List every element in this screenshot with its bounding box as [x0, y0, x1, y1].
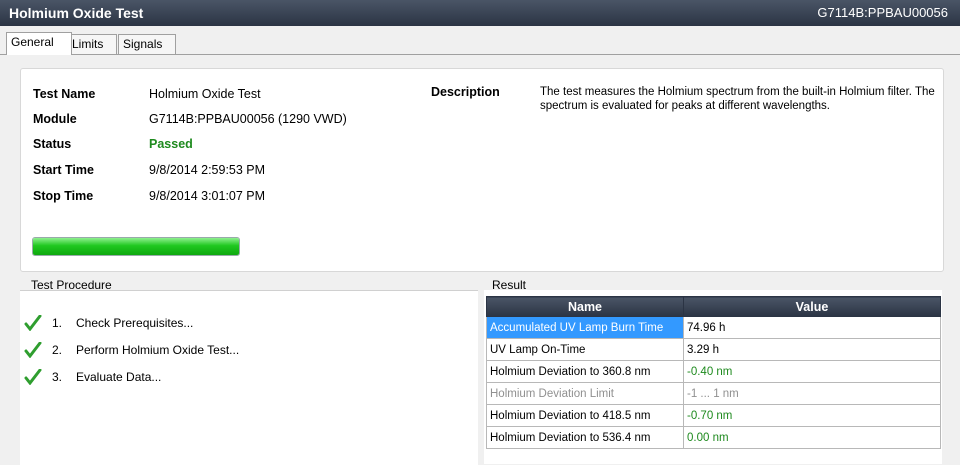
module-value: G7114B:PPBAU00056 (1290 VWD)	[149, 112, 347, 126]
result-value: 3.29 h	[683, 338, 941, 361]
result-name: UV Lamp On-Time	[486, 338, 684, 361]
result-name: Holmium Deviation to 418.5 nm	[486, 404, 684, 427]
result-value: -0.40 nm	[683, 360, 941, 383]
general-info-panel: Test Name Holmium Oxide Test Module G711…	[20, 68, 944, 272]
table-row[interactable]: Holmium Deviation to 360.8 nm -0.40 nm	[486, 360, 941, 383]
table-row[interactable]: Accumulated UV Lamp Burn Time 74.96 h	[486, 316, 941, 339]
module-label: Module	[33, 112, 77, 126]
result-value: 0.00 nm	[683, 426, 941, 449]
step-number: 3.	[52, 370, 63, 384]
stop-time-value: 9/8/2014 3:01:07 PM	[149, 189, 266, 203]
status-value: Passed	[149, 137, 193, 151]
tab-strip: General Limits Signals	[0, 32, 960, 55]
table-row[interactable]: Holmium Deviation to 536.4 nm 0.00 nm	[486, 426, 941, 449]
instrument-id: G7114B:PPBAU00056	[817, 5, 948, 20]
description-label: Description	[431, 85, 500, 99]
table-row[interactable]: Holmium Deviation to 418.5 nm -0.70 nm	[486, 404, 941, 427]
result-name: Holmium Deviation to 360.8 nm	[486, 360, 684, 383]
step-label: Perform Holmium Oxide Test...	[76, 343, 240, 357]
tab-general[interactable]: General	[6, 32, 72, 55]
result-value: 74.96 h	[683, 316, 941, 339]
tab-signals[interactable]: Signals	[118, 34, 176, 54]
result-table: Name Value Accumulated UV Lamp Burn Time…	[486, 296, 941, 449]
checkmark-icon	[24, 342, 42, 358]
result-panel: Name Value Accumulated UV Lamp Burn Time…	[484, 290, 942, 464]
result-name: Holmium Deviation to 536.4 nm	[486, 426, 684, 449]
title-bar: Holmium Oxide Test G7114B:PPBAU00056	[0, 0, 960, 26]
step-label: Evaluate Data...	[76, 370, 162, 384]
stop-time-label: Stop Time	[33, 189, 94, 203]
description-text: The test measures the Holmium spectrum f…	[540, 86, 935, 112]
column-header-name[interactable]: Name	[486, 296, 684, 317]
checkmark-icon	[24, 369, 42, 385]
checkmark-icon	[24, 315, 42, 331]
result-name: Accumulated UV Lamp Burn Time	[486, 316, 684, 339]
test-procedure-list: 1. Check Prerequisites... 2. Perform Hol…	[20, 290, 478, 465]
table-row[interactable]: UV Lamp On-Time 3.29 h	[486, 338, 941, 361]
start-time-label: Start Time	[33, 163, 94, 177]
progress-fill	[33, 238, 239, 255]
progress-bar	[32, 237, 240, 256]
table-header-row: Name Value	[486, 296, 941, 317]
tab-limits[interactable]: Limits	[67, 34, 117, 54]
step-number: 1.	[52, 316, 63, 330]
result-value: -0.70 nm	[683, 404, 941, 427]
result-name: Holmium Deviation Limit	[486, 382, 684, 405]
test-name-label: Test Name	[33, 87, 96, 101]
status-label: Status	[33, 137, 72, 151]
test-name-value: Holmium Oxide Test	[149, 87, 261, 101]
column-header-value[interactable]: Value	[683, 296, 941, 317]
table-row[interactable]: Holmium Deviation Limit -1 ... 1 nm	[486, 382, 941, 405]
window-title: Holmium Oxide Test	[9, 5, 144, 21]
result-value: -1 ... 1 nm	[683, 382, 941, 405]
start-time-value: 9/8/2014 2:59:53 PM	[149, 163, 266, 177]
step-number: 2.	[52, 343, 63, 357]
step-label: Check Prerequisites...	[76, 316, 194, 330]
